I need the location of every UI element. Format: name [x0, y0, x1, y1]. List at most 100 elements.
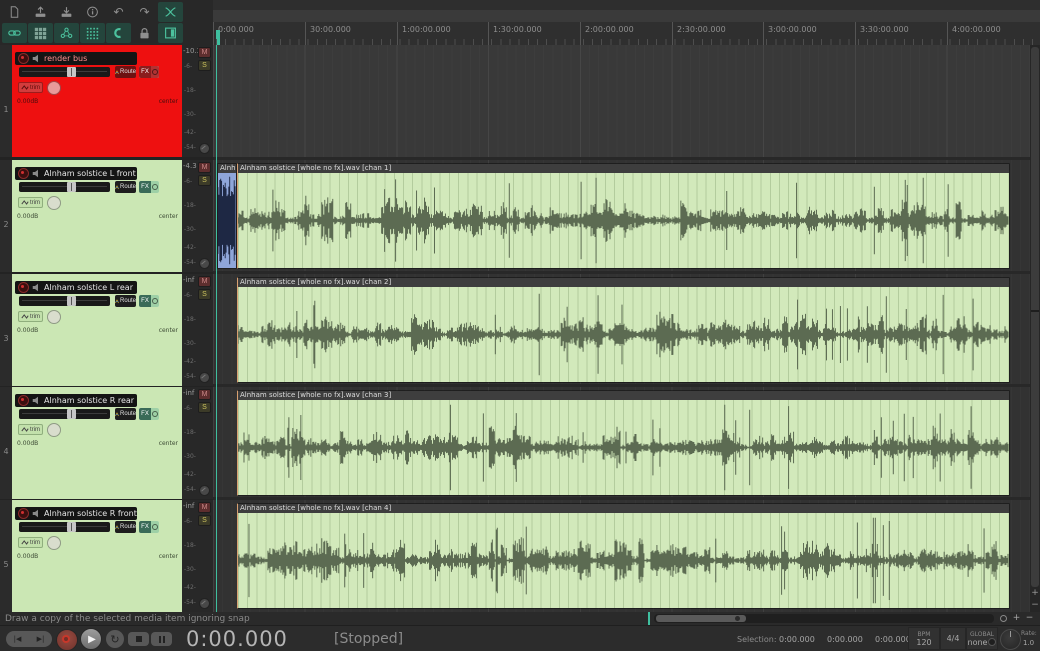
pan-knob[interactable]	[47, 310, 61, 324]
lane-render-bus[interactable]	[213, 45, 1030, 157]
save-project-icon[interactable]	[54, 2, 79, 22]
volume-slider-thumb[interactable]	[67, 296, 76, 306]
selection-end[interactable]: 0:00.000	[827, 635, 863, 644]
track-3-name-box[interactable]: Alnham solstice L rear	[15, 281, 137, 294]
redo-icon[interactable]: ↷	[132, 2, 157, 22]
bpm-value[interactable]: 120	[916, 638, 931, 647]
playrate-knob[interactable]	[1000, 629, 1021, 650]
project-info-icon[interactable]	[80, 2, 105, 22]
track-1-name-box[interactable]: render bus	[15, 52, 137, 65]
vertical-zoom-in-button[interactable]: +	[1030, 588, 1040, 599]
fx-button[interactable]: FX	[139, 408, 159, 420]
meter-knob[interactable]	[199, 258, 210, 269]
record-arm-icon[interactable]	[18, 168, 29, 179]
scroll-options-icon[interactable]	[998, 613, 1009, 624]
time-signature-value[interactable]: 4/4	[947, 634, 960, 643]
solo-button[interactable]: S	[198, 60, 211, 71]
mute-button[interactable]: M	[198, 47, 211, 58]
volume-slider[interactable]	[19, 296, 110, 306]
horizontal-zoom-in-button[interactable]: +	[1011, 613, 1022, 624]
solo-button[interactable]: S	[198, 175, 211, 186]
rate-value[interactable]: 1.0	[1023, 639, 1034, 647]
meter-knob[interactable]	[199, 485, 210, 496]
volume-slider-thumb[interactable]	[67, 67, 76, 77]
fx-button[interactable]: FX	[139, 295, 159, 307]
ripple-edit-icon[interactable]	[54, 23, 79, 43]
mute-button[interactable]: M	[198, 162, 211, 173]
timeline-ruler[interactable]: 0:00.000 30:00.000 1:00:00.000 1:30:00.0…	[213, 22, 1040, 46]
mute-button[interactable]: M	[198, 389, 211, 400]
track-5-name-box[interactable]: Alnham solstice R front	[15, 507, 137, 520]
track-name[interactable]: Alnham solstice R rear	[44, 396, 134, 405]
vertical-zoom-out-button[interactable]: −	[1030, 600, 1040, 611]
solo-button[interactable]: S	[198, 402, 211, 413]
pan-knob[interactable]	[47, 423, 61, 437]
fx-button[interactable]: FX	[139, 66, 159, 78]
transport-time-display[interactable]: 0:00.000	[186, 627, 288, 651]
open-project-icon[interactable]	[28, 2, 53, 22]
track-2-number[interactable]: 2	[0, 160, 12, 272]
global-automation-value[interactable]: none	[968, 638, 988, 647]
route-button[interactable]: Route	[115, 181, 136, 193]
volume-slider-thumb[interactable]	[67, 522, 76, 532]
track-1-number[interactable]: 1	[0, 45, 12, 157]
fx-button[interactable]: FX	[139, 521, 159, 533]
volume-slider[interactable]	[19, 182, 110, 192]
track-name[interactable]: Alnham solstice L rear	[44, 283, 133, 292]
global-automation-box[interactable]: GLOBAL none	[966, 627, 998, 650]
track-4-number[interactable]: 4	[0, 387, 12, 499]
meter-knob[interactable]	[199, 372, 210, 383]
media-item-chan2[interactable]: Alnham solstice [whole no fx].wav [chan …	[237, 277, 1010, 383]
track-2-name-box[interactable]: Alnham solstice L front	[15, 167, 137, 180]
selection-start[interactable]: 0:00.000	[779, 635, 815, 644]
route-button[interactable]: Route	[115, 408, 136, 420]
grid-squares-icon[interactable]	[28, 23, 53, 43]
volume-slider-thumb[interactable]	[67, 182, 76, 192]
volume-slider[interactable]	[19, 67, 110, 77]
record-button[interactable]	[56, 629, 78, 651]
vertical-scrollbar-thumb[interactable]	[1031, 47, 1039, 587]
link-icon[interactable]	[2, 23, 27, 43]
record-arm-icon[interactable]	[18, 508, 29, 519]
pan-knob[interactable]	[47, 196, 61, 210]
arrange-view[interactable]: Alnhar Alnham solstice [whole no fx].wav…	[213, 45, 1030, 612]
vertical-scrollbar[interactable]: + −	[1030, 45, 1040, 612]
record-arm-icon[interactable]	[18, 282, 29, 293]
horizontal-scrollbar-thumb[interactable]	[656, 615, 746, 622]
trim-button[interactable]: trim	[18, 82, 43, 93]
track-name[interactable]: Alnham solstice L front	[44, 169, 136, 178]
solo-button[interactable]: S	[198, 289, 211, 300]
media-item-blue[interactable]: Alnhar	[217, 163, 237, 269]
track-4-name-box[interactable]: Alnham solstice R rear	[15, 394, 137, 407]
snap-icon[interactable]	[106, 23, 131, 43]
track-5-number[interactable]: 5	[0, 500, 12, 612]
selection-length[interactable]: 0:00.000	[875, 635, 911, 644]
fx-button[interactable]: FX	[139, 181, 159, 193]
play-button[interactable]: ▶	[80, 628, 102, 650]
trim-button[interactable]: trim	[18, 537, 43, 548]
media-item-chan3[interactable]: Alnham solstice [whole no fx].wav [chan …	[237, 390, 1010, 496]
pause-button[interactable]	[151, 632, 172, 646]
go-to-end-button[interactable]: ▶|	[29, 631, 52, 647]
bpm-box[interactable]: BPM 120	[908, 627, 940, 650]
volume-slider-thumb[interactable]	[67, 409, 76, 419]
solo-button[interactable]: S	[198, 515, 211, 526]
meter-knob[interactable]	[199, 598, 210, 609]
horizontal-scrollbar[interactable]	[654, 614, 994, 623]
horizontal-zoom-out-button[interactable]: −	[1024, 613, 1035, 624]
crossfade-icon[interactable]	[158, 2, 183, 22]
volume-slider[interactable]	[19, 522, 110, 532]
lock-icon[interactable]	[132, 23, 157, 43]
media-item-chan4[interactable]: Alnham solstice [whole no fx].wav [chan …	[237, 503, 1010, 609]
stop-button[interactable]	[128, 632, 149, 646]
trim-button[interactable]: trim	[18, 311, 43, 322]
new-project-icon[interactable]	[2, 2, 27, 22]
docker-icon[interactable]	[158, 23, 183, 43]
pan-knob[interactable]	[47, 536, 61, 550]
trim-button[interactable]: trim	[18, 197, 43, 208]
route-button[interactable]: Route	[115, 521, 136, 533]
media-item-chan1[interactable]: Alnham solstice [whole no fx].wav [chan …	[237, 163, 1010, 269]
record-arm-icon[interactable]	[18, 53, 29, 64]
route-button[interactable]: Route	[115, 66, 136, 78]
mute-button[interactable]: M	[198, 502, 211, 513]
